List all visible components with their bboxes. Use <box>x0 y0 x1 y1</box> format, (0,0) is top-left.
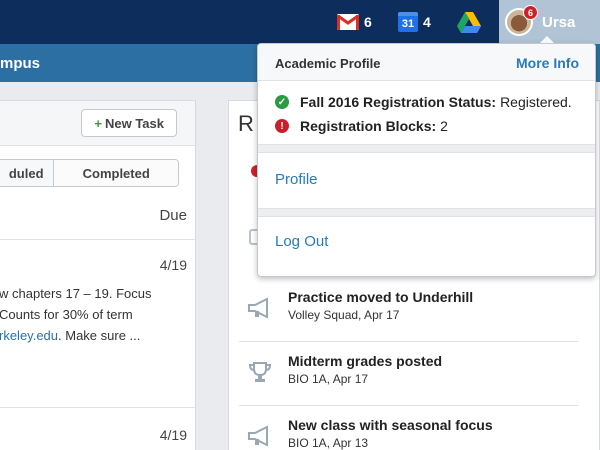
registration-status: ✓ Fall 2016 Registration Status: Registe… <box>275 94 572 110</box>
logout-link[interactable]: Log Out <box>275 233 328 250</box>
calendar-count: 4 <box>423 14 431 30</box>
drive-icon <box>457 11 481 33</box>
academic-profile-dropdown: Academic Profile More Info ✓ Fall 2016 R… <box>257 43 596 277</box>
calendar-icon: 31 <box>398 12 418 32</box>
notification-subtitle: Volley Squad, Apr 17 <box>288 308 400 322</box>
trophy-icon <box>248 362 272 382</box>
due-header: Due <box>159 207 187 224</box>
user-name: Ursa <box>542 13 576 31</box>
notification-title: Practice moved to Underhill <box>288 289 474 305</box>
notification-item[interactable]: New class with seasonal focus BIO 1A, Ap… <box>239 406 579 450</box>
divider <box>0 239 195 240</box>
divider <box>258 208 595 217</box>
registration-blocks-label: Registration Blocks: <box>300 118 437 134</box>
registration-blocks-value: 2 <box>440 118 448 134</box>
check-circle-icon: ✓ <box>275 95 289 109</box>
divider <box>0 407 195 408</box>
task-date: 4/19 <box>159 427 187 443</box>
notification-subtitle: BIO 1A, Apr 17 <box>288 372 369 386</box>
dropdown-title: Academic Profile <box>275 56 381 71</box>
new-task-label: New Task <box>104 115 164 131</box>
avatar: 6 <box>505 5 538 36</box>
task-date: 4/19 <box>159 257 187 273</box>
task-text-line: rkeley.edu. Make sure ... <box>0 325 189 346</box>
divider <box>258 144 595 153</box>
registration-blocks[interactable]: ! Registration Blocks: 2 <box>275 118 448 134</box>
task-text-line: w chapters 17 – 19. Focus <box>0 286 152 301</box>
dropdown-caret <box>540 36 554 43</box>
dropdown-header: Academic Profile More Info <box>258 44 595 81</box>
calendar-link[interactable]: 31 4 <box>398 12 431 32</box>
task-tabs: duled Completed <box>0 159 179 187</box>
notification-subtitle: BIO 1A, Apr 13 <box>288 436 369 450</box>
notification-item[interactable]: Practice moved to Underhill Volley Squad… <box>239 278 579 342</box>
profile-link[interactable]: Profile <box>275 171 318 188</box>
task-text-tail: . Make sure ... <box>58 328 141 343</box>
top-bar: 6 31 4 6 Ursa <box>0 0 600 44</box>
task-description[interactable]: w chapters 17 – 19. Focus Counts for 30%… <box>0 283 189 346</box>
tab-scheduled[interactable]: duled <box>0 160 55 186</box>
campus-label[interactable]: mpus <box>0 55 40 72</box>
gmail-icon <box>337 14 359 30</box>
notification-title: Midterm grades posted <box>288 353 443 369</box>
gmail-link[interactable]: 6 <box>337 12 372 32</box>
notification-badge: 6 <box>523 5 538 20</box>
notification-title: New class with seasonal focus <box>288 417 493 433</box>
notification-item[interactable]: Midterm grades posted BIO 1A, Apr 17 <box>239 342 579 406</box>
notifications-title: R <box>238 111 254 136</box>
alert-circle-icon: ! <box>275 119 289 133</box>
more-info-link[interactable]: More Info <box>516 55 579 71</box>
tasks-panel: + New Task duled Completed Due 4/19 w ch… <box>0 100 196 450</box>
megaphone-icon <box>248 425 268 447</box>
plus-icon: + <box>94 115 102 131</box>
mail-count: 6 <box>364 14 372 30</box>
megaphone-icon <box>248 297 268 319</box>
task-email-link[interactable]: rkeley.edu <box>0 328 58 343</box>
registration-status-label: Fall 2016 Registration Status: <box>300 94 497 110</box>
new-task-button[interactable]: + New Task <box>81 109 177 137</box>
task-text-line: Counts for 30% of term <box>0 307 133 322</box>
registration-status-value: Registered. <box>500 94 572 110</box>
tab-completed[interactable]: Completed <box>54 160 178 186</box>
tasks-panel-header: + New Task <box>0 101 195 146</box>
drive-link[interactable] <box>457 11 481 33</box>
